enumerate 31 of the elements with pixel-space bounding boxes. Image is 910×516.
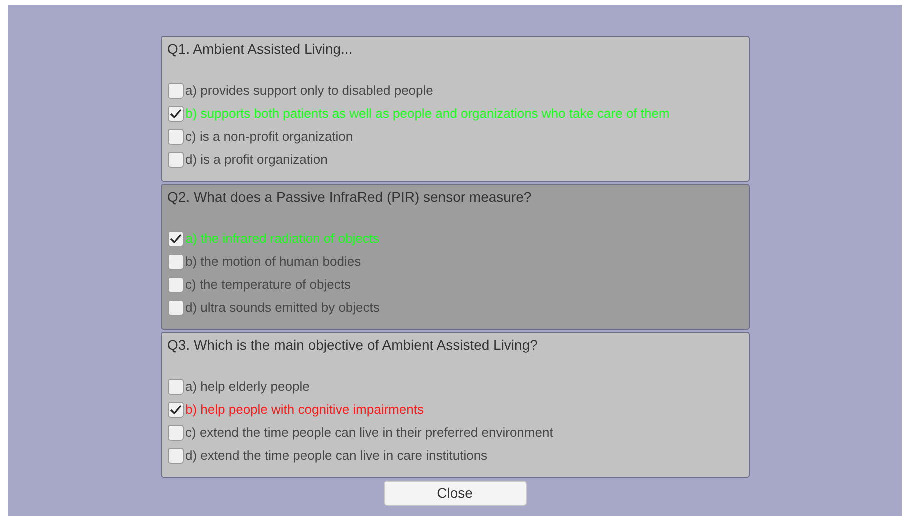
- answer-label: c) is a non-profit organization: [186, 128, 354, 146]
- checkmark-icon: [170, 405, 182, 415]
- checkbox[interactable]: [168, 106, 184, 122]
- checkbox[interactable]: [168, 448, 184, 464]
- question-title: Q1. Ambient Assisted Living...: [168, 40, 354, 58]
- checkmark-icon: [170, 109, 182, 119]
- checkbox[interactable]: [168, 129, 184, 145]
- answer-label: d) extend the time people can live in care institutions: [186, 447, 488, 465]
- answer-label: b) help people with cognitive impairments: [186, 401, 424, 419]
- question-title: Q2. What does a Passive InfraRed (PIR) sensor measure?: [168, 188, 533, 206]
- checkbox[interactable]: [168, 277, 184, 293]
- checkbox[interactable]: [168, 231, 184, 247]
- question-title: Q3. Which is the main objective of Ambient Assisted Living?: [168, 336, 539, 354]
- checkmark-icon: [170, 234, 182, 244]
- checkbox[interactable]: [168, 402, 184, 418]
- close-button[interactable]: Close: [384, 481, 526, 506]
- answer-label: a) help elderly people: [186, 378, 310, 396]
- checkbox[interactable]: [168, 300, 184, 316]
- answer-label: c) extend the time people can live in their preferred environment: [186, 424, 554, 442]
- answer-label: d) is a profit organization: [186, 151, 328, 169]
- checkbox[interactable]: [168, 254, 184, 270]
- checkbox[interactable]: [168, 83, 184, 99]
- answer-label: b) the motion of human bodies: [186, 253, 362, 271]
- answer-label: d) ultra sounds emitted by objects: [186, 299, 380, 317]
- answer-label: a) provides support only to disabled people: [186, 82, 434, 100]
- answer-label: a) the infrared radiation of objects: [186, 230, 380, 248]
- checkbox[interactable]: [168, 152, 184, 168]
- answer-label: b) supports both patients as well as people and organizations who take care of them: [186, 105, 670, 123]
- answer-label: c) the temperature of objects: [186, 276, 351, 294]
- checkbox[interactable]: [168, 425, 184, 441]
- checkbox[interactable]: [168, 379, 184, 395]
